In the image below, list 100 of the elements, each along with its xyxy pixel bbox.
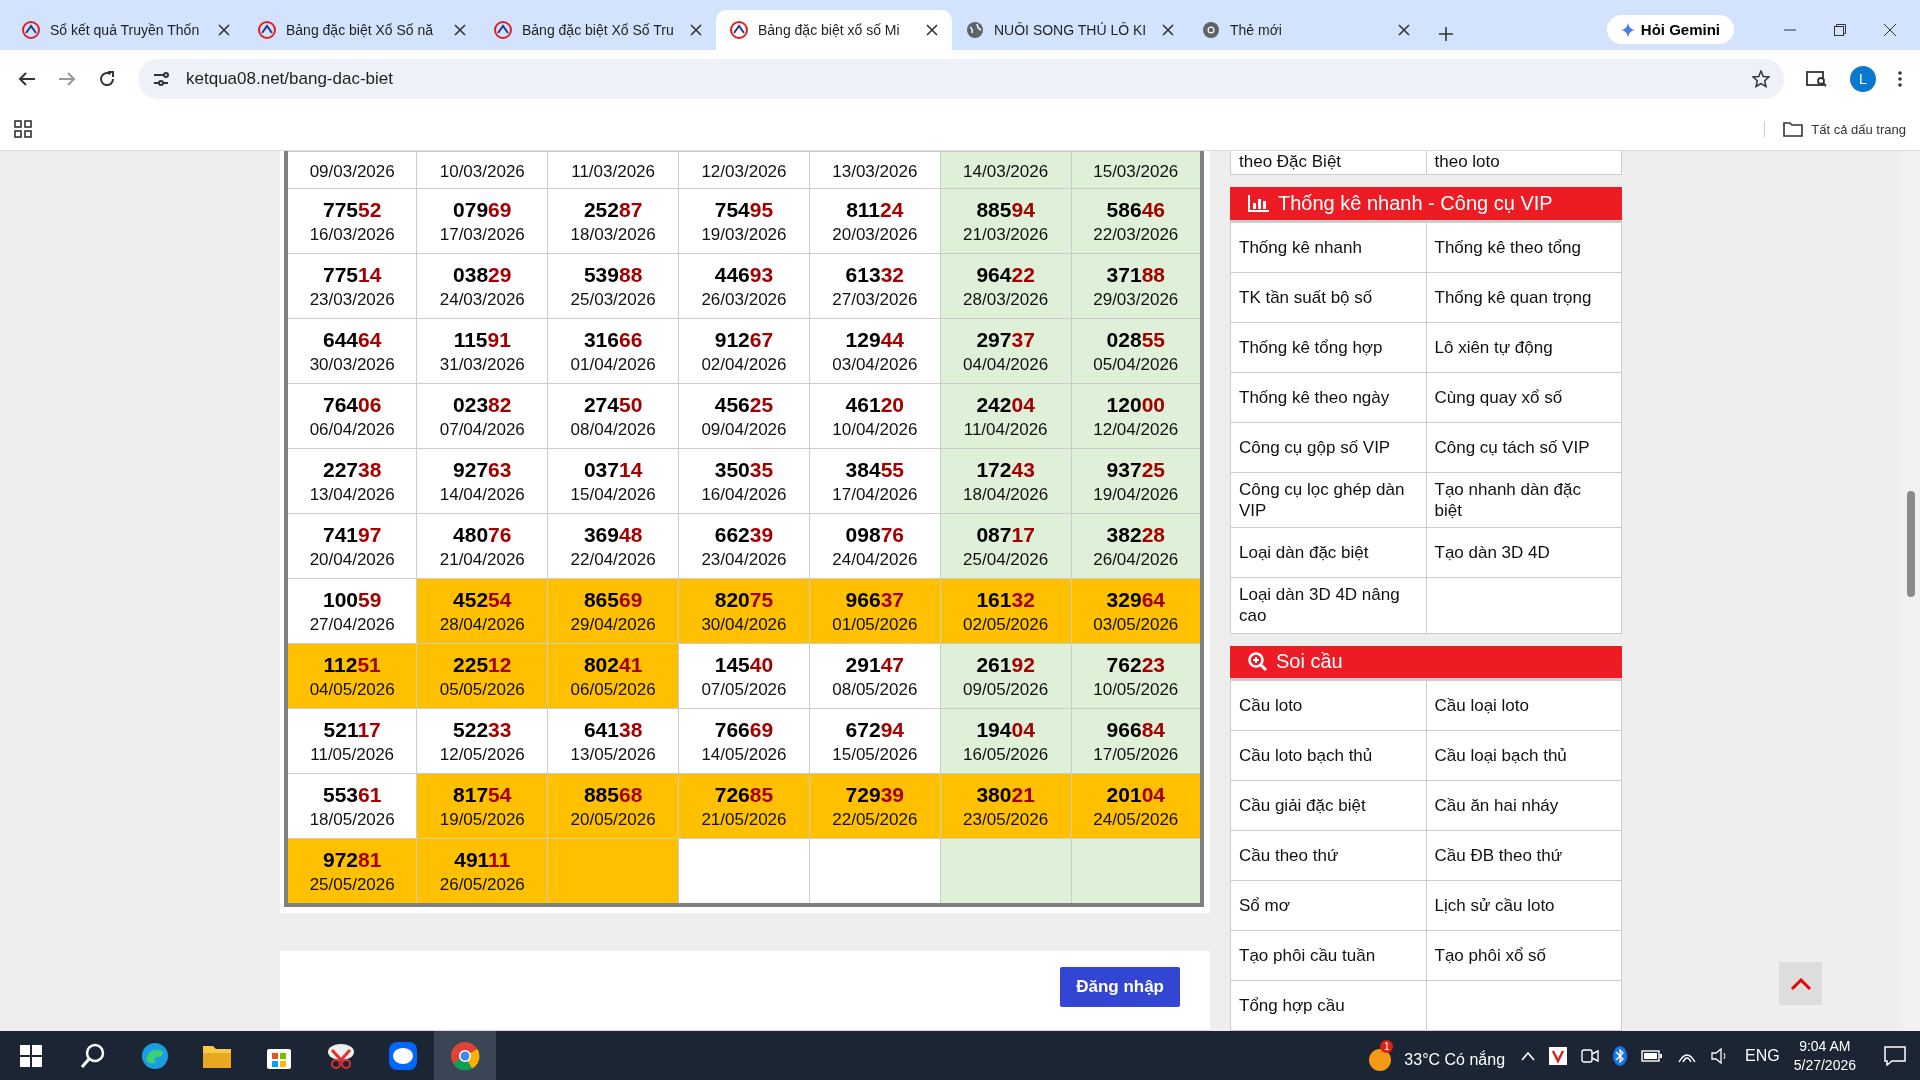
browser-tab[interactable]: Bảng đặc biệt xổ số Mi <box>716 10 952 50</box>
address-bar[interactable]: ketqua08.net/bang-dac-biet <box>138 59 1784 99</box>
draw-date: 17/05/2026 <box>1092 744 1180 765</box>
battery-icon[interactable] <box>1641 1049 1664 1063</box>
draw-date: 18/05/2026 <box>308 809 396 830</box>
edge-icon[interactable] <box>140 1041 170 1071</box>
chrome-icon[interactable] <box>450 1041 480 1071</box>
close-icon[interactable] <box>218 24 230 36</box>
menu-link[interactable]: theo loto <box>1434 151 1500 173</box>
menu-link[interactable]: Loại dàn đặc biệt <box>1239 542 1369 564</box>
prize-number: 02855 <box>1105 327 1166 352</box>
prize-number: 97281 <box>321 847 383 872</box>
menu-link[interactable]: Tạo nhanh dàn đặc biệt <box>1434 478 1613 522</box>
browser-tab[interactable]: Thẻ mới <box>1188 10 1424 50</box>
menu-link[interactable]: Tổng hợp cầu <box>1239 994 1345 1017</box>
draw-date: 21/05/2026 <box>700 809 788 830</box>
gemini-button[interactable]: Hỏi Gemini <box>1606 15 1734 44</box>
menu-link[interactable]: Công cụ lọc ghép dàn VIP <box>1239 478 1418 522</box>
lens-icon[interactable] <box>1806 70 1828 88</box>
menu-link[interactable]: Công cụ gộp số VIP <box>1239 436 1391 458</box>
menu-link[interactable]: Cầu ĐB theo thứ <box>1434 844 1563 867</box>
menu-link[interactable]: Cầu loại bạch thủ <box>1434 744 1567 767</box>
draw-date: 15/04/2026 <box>569 484 657 505</box>
all-bookmarks-button[interactable]: Tất cả dấu trang <box>1764 121 1906 137</box>
menu-link[interactable]: Lô xiên tự động <box>1434 336 1553 358</box>
draw-date: 15/05/2026 <box>831 744 919 765</box>
clock[interactable]: 9:04 AM 5/27/2026 <box>1793 1037 1856 1075</box>
snipping-tool-icon[interactable] <box>326 1042 356 1070</box>
apps-icon[interactable] <box>14 120 32 138</box>
menu-link[interactable]: Sổ mơ <box>1239 894 1290 917</box>
close-icon[interactable] <box>1884 24 1896 36</box>
prize-number: 64138 <box>582 717 644 742</box>
menu-link[interactable]: TK tần suất bộ số <box>1239 286 1373 308</box>
menu-link[interactable]: Tạo dàn 3D 4D <box>1434 542 1550 564</box>
prize-number: 74197 <box>321 522 383 547</box>
back-icon[interactable] <box>18 70 36 88</box>
menu-link[interactable]: Thống kê theo tổng <box>1434 236 1581 258</box>
menu-link[interactable]: theo Đặc Biệt <box>1239 151 1342 173</box>
chat-app-icon[interactable] <box>388 1041 418 1071</box>
menu-link[interactable]: Cầu ăn hai nháy <box>1434 794 1559 817</box>
draw-date: 15/03/2026 <box>1092 161 1180 182</box>
restore-icon[interactable] <box>1834 24 1846 36</box>
menu-link[interactable]: Cầu loto bạch thủ <box>1239 744 1373 767</box>
draw-date: 19/03/2026 <box>700 224 788 245</box>
browser-tab[interactable]: NUÔI SONG THỦ LÔ KI <box>952 10 1188 50</box>
profile-avatar[interactable]: L <box>1850 66 1876 92</box>
prize-number: 66239 <box>713 522 775 547</box>
reload-icon[interactable] <box>98 70 116 88</box>
menu-link[interactable]: Công cụ tách số VIP <box>1434 436 1590 458</box>
prize-number: 67294 <box>844 717 905 742</box>
menu-link[interactable]: Cầu loto <box>1239 694 1303 717</box>
login-button[interactable]: Đăng nhập <box>1060 967 1180 1007</box>
menu-link[interactable]: Thống kê nhanh <box>1239 236 1362 258</box>
close-icon[interactable] <box>1162 24 1174 36</box>
menu-link[interactable]: Cùng quay xổ số <box>1434 386 1563 408</box>
prize-number: 38021 <box>975 782 1036 807</box>
menu-link[interactable]: Thống kê theo ngày <box>1239 386 1390 408</box>
forward-icon[interactable] <box>58 70 76 88</box>
search-icon[interactable] <box>80 1043 106 1069</box>
close-icon[interactable] <box>926 24 938 36</box>
site-settings-icon[interactable] <box>152 70 170 88</box>
windows-start-icon[interactable] <box>20 1045 42 1067</box>
draw-date: 11/05/2026 <box>309 744 396 765</box>
draw-date: 14/04/2026 <box>438 484 526 505</box>
menu-link[interactable]: Cầu giải đặc biệt <box>1239 794 1366 817</box>
menu-link[interactable]: Tạo phôi cầu tuần <box>1239 944 1376 967</box>
folder-icon[interactable] <box>202 1043 232 1069</box>
browser-tab[interactable]: Bảng đặc biệt Xổ Số nă <box>244 10 480 50</box>
menu-link[interactable]: Cầu theo thứ <box>1239 844 1339 867</box>
menu-icon[interactable] <box>1898 71 1902 87</box>
prize-number: 35035 <box>713 457 775 482</box>
weather-widget[interactable]: 1 33°C Có nắng <box>1368 1040 1508 1072</box>
prize-number: 11251 <box>322 652 382 677</box>
draw-date: 18/03/2026 <box>569 224 657 245</box>
prize-number: 46120 <box>844 392 905 417</box>
menu-link[interactable]: Cầu loại loto <box>1434 694 1529 717</box>
camera-icon[interactable] <box>1581 1048 1600 1064</box>
menu-link[interactable]: Lịch sử cầu loto <box>1434 894 1555 917</box>
language-indicator[interactable]: ENG <box>1745 1047 1780 1065</box>
zoom-in-icon <box>1248 651 1268 672</box>
menu-link[interactable]: Tạo phôi xổ số <box>1434 944 1546 967</box>
browser-tab[interactable]: Bảng đặc biệt Xổ Số Tru <box>480 10 716 50</box>
menu-link[interactable]: Loại dàn 3D 4D nâng cao <box>1239 584 1418 627</box>
caret-up-icon[interactable] <box>1521 1051 1536 1061</box>
close-icon[interactable] <box>454 24 466 36</box>
draw-date: 09/03/2026 <box>308 161 396 182</box>
site-logo-icon <box>730 21 748 39</box>
star-icon[interactable] <box>1752 70 1770 88</box>
draw-date: 06/05/2026 <box>569 679 657 700</box>
prize-number: 75495 <box>713 197 775 222</box>
close-icon[interactable] <box>690 24 702 36</box>
new-tab-icon[interactable] <box>1438 26 1454 42</box>
browser-tab[interactable]: Sổ kết quả Truyền Thốn <box>8 10 244 50</box>
back-to-top-button[interactable] <box>1779 962 1822 1005</box>
bluetooth-icon[interactable] <box>1613 1046 1628 1066</box>
notification-icon[interactable] <box>1884 1046 1906 1066</box>
menu-link[interactable]: Thống kê tổng hợp <box>1239 336 1383 358</box>
close-icon[interactable] <box>1398 24 1410 36</box>
prize-number: 91267 <box>713 327 775 352</box>
menu-link[interactable]: Thống kê quan trọng <box>1434 286 1592 308</box>
